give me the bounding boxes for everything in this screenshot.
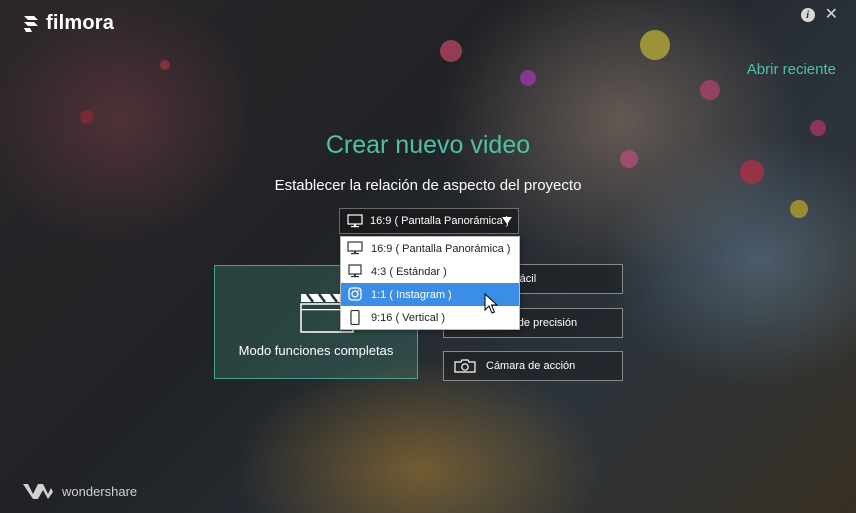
close-icon[interactable]: ✕: [825, 7, 838, 23]
full-feature-mode-label: Modo funciones completas: [238, 343, 394, 358]
mouse-cursor-icon: [484, 293, 498, 314]
page-title: Crear nuevo video: [325, 131, 531, 159]
open-recent-link[interactable]: Abrir reciente: [747, 61, 836, 78]
aspect-option-label: 16:9 ( Pantalla Panorámica ): [371, 242, 511, 255]
aspect-option-16-9[interactable]: 16:9 ( Pantalla Panorámica ): [341, 237, 519, 260]
window-controls: i ✕: [800, 7, 838, 23]
wondershare-brand: wondershare: [22, 482, 137, 500]
wondershare-logo-icon: [23, 484, 53, 499]
monitor-icon: [347, 241, 363, 255]
action-cam-button[interactable]: Cámara de acción: [443, 351, 623, 381]
aspect-ratio-selected-value: 16:9 ( Pantalla Panorámica ): [370, 215, 508, 227]
chevron-down-icon: [502, 217, 512, 224]
aspect-option-label: 9:16 ( Vertical ): [371, 311, 445, 324]
aspect-ratio-heading: Establecer la relación de aspecto del pr…: [274, 177, 582, 194]
aspect-option-4-3[interactable]: 4:3 ( Estándar ): [341, 260, 519, 283]
filmora-logo: filmora: [22, 12, 114, 35]
filmora-logo-icon: [24, 15, 38, 32]
brand-name: wondershare: [62, 483, 138, 499]
info-icon[interactable]: i: [800, 8, 815, 22]
camera-icon: [454, 359, 476, 373]
aspect-ratio-select[interactable]: 16:9 ( Pantalla Panorámica ): [339, 208, 519, 234]
phone-icon: [350, 310, 360, 325]
instagram-icon: [348, 287, 362, 301]
monitor-icon: [347, 214, 363, 228]
aspect-ratio-dropdown: 16:9 ( Pantalla Panorámica ) 4:3 ( Están…: [340, 236, 520, 330]
app-name: filmora: [46, 12, 115, 34]
aspect-option-label: 1:1 ( Instagram ): [371, 288, 452, 301]
aspect-option-label: 4:3 ( Estándar ): [371, 265, 447, 278]
action-cam-label: Cámara de acción: [486, 360, 576, 372]
monitor-icon: [348, 264, 362, 278]
